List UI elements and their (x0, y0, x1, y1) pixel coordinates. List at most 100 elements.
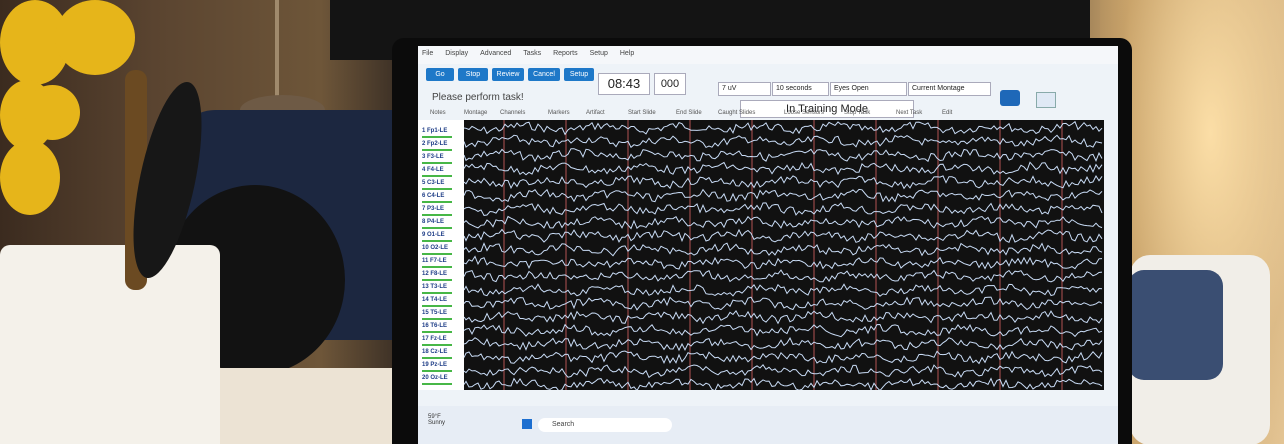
channel-label: 11 F7-LE (422, 258, 447, 264)
eeg-trace (464, 310, 1103, 325)
channel-label: 7 P3-LE (422, 206, 445, 212)
channel-label: 5 C3-LE (422, 180, 445, 186)
channel-quality-bar (422, 344, 452, 346)
tab-channels[interactable]: Channels (500, 110, 525, 116)
eeg-trace (464, 148, 1103, 163)
tab-stop-task[interactable]: Stop Task (844, 110, 870, 116)
cancel-button[interactable]: Cancel (528, 68, 560, 81)
tab-montage[interactable]: Montage (464, 110, 487, 116)
channel-label: 6 C4-LE (422, 193, 445, 199)
eeg-trace (464, 215, 1103, 230)
taskbar-search[interactable]: Search (538, 418, 672, 432)
channel-quality-bar (422, 266, 452, 268)
channel-label: 10 O2-LE (422, 245, 449, 251)
tab-artifact[interactable]: Artifact (586, 110, 605, 116)
menu-display[interactable]: Display (445, 50, 468, 57)
channel-quality-bar (422, 331, 452, 333)
channel-label: 17 Fz-LE (422, 336, 447, 342)
menu-file[interactable]: File (422, 50, 433, 57)
menu-advanced[interactable]: Advanced (480, 50, 511, 57)
task-prompt: Please perform task! (432, 92, 524, 103)
eeg-trace (464, 377, 1103, 390)
eeg-trace (464, 363, 1103, 379)
monitor-screen: File Display Advanced Tasks Reports Setu… (418, 46, 1118, 444)
scale-select[interactable]: 7 uV (718, 82, 771, 96)
flower (25, 85, 80, 140)
eeg-trace (464, 242, 1103, 257)
channel-quality-bar (422, 136, 452, 138)
duration-select[interactable]: 10 seconds (772, 82, 829, 96)
weather-state: Sunny (428, 420, 446, 426)
channel-quality-bar (422, 383, 452, 385)
menu-tasks[interactable]: Tasks (523, 50, 541, 57)
setup-button[interactable]: Setup (564, 68, 594, 81)
flower (55, 0, 135, 75)
eeg-trace (464, 134, 1103, 149)
tab-start-slide[interactable]: Start Slide (628, 110, 656, 116)
channel-label: 2 Fp2-LE (422, 141, 448, 147)
channel-label: 4 F4-LE (422, 167, 444, 173)
channel-label: 18 Cz-LE (422, 349, 448, 355)
eeg-trace (464, 296, 1103, 311)
channel-label: 13 T3-LE (422, 284, 448, 290)
channel-quality-bar (422, 162, 452, 164)
channel-quality-bar (422, 175, 452, 177)
menu-setup[interactable]: Setup (590, 50, 608, 57)
eeg-trace (464, 255, 1103, 270)
channel-list: 1 Fp1-LE 2 Fp2-LE 3 F3-LE 4 F4-LE 5 C3-LE 6 C… (418, 120, 464, 390)
go-button[interactable]: Go (426, 68, 454, 81)
montage-select[interactable]: Current Montage (908, 82, 991, 96)
weather-widget[interactable]: 59°F Sunny (428, 414, 445, 426)
tab-end-slide[interactable]: End Slide (676, 110, 702, 116)
eeg-trace (464, 283, 1103, 297)
display-icon[interactable] (1036, 92, 1056, 108)
eeg-trace (464, 188, 1103, 203)
channel-quality-bar (422, 227, 452, 229)
menu-reports[interactable]: Reports (553, 50, 578, 57)
channel-label: 3 F3-LE (422, 154, 444, 160)
condition-select[interactable]: Eyes Open (830, 82, 907, 96)
eeg-trace-panel (464, 120, 1104, 390)
stop-button[interactable]: Stop (458, 68, 488, 81)
channel-quality-bar (422, 240, 452, 242)
channel-quality-bar (422, 188, 452, 190)
channel-label: 8 P4-LE (422, 219, 445, 225)
channel-quality-bar (422, 253, 452, 255)
background-photo: File Display Advanced Tasks Reports Setu… (0, 0, 1284, 444)
tab-markers[interactable]: Markers (548, 110, 570, 116)
channel-label: 19 Pz-LE (422, 362, 448, 368)
timer-display: 08:43 (598, 73, 650, 95)
channel-quality-bar (422, 214, 452, 216)
windows-start-icon[interactable] (522, 419, 532, 429)
channel-quality-bar (422, 305, 452, 307)
channel-label: 1 Fp1-LE (422, 128, 448, 134)
tab-caught-slides[interactable]: Caught Slides (718, 110, 755, 116)
eeg-trace (464, 350, 1103, 365)
menu-bar: File Display Advanced Tasks Reports Setu… (418, 46, 1118, 64)
tab-loose-sensors[interactable]: Loose Sensors (784, 110, 824, 116)
menu-help[interactable]: Help (620, 50, 634, 57)
eeg-trace (464, 161, 1103, 176)
channel-label: 20 Oz-LE (422, 375, 448, 381)
device-icon[interactable] (1000, 90, 1020, 106)
channel-quality-bar (422, 357, 452, 359)
tab-next-task[interactable]: Next Task (896, 110, 922, 116)
taskbar: 59°F Sunny Search (418, 406, 1118, 444)
channel-quality-bar (422, 149, 452, 151)
lamp-pole (275, 0, 279, 110)
counter-display: 000 (654, 73, 686, 95)
review-button[interactable]: Review (492, 68, 524, 81)
tab-edit[interactable]: Edit (942, 110, 952, 116)
channel-label: 16 T6-LE (422, 323, 448, 329)
eeg-trace (464, 269, 1103, 283)
channel-quality-bar (422, 318, 452, 320)
channel-quality-bar (422, 201, 452, 203)
channel-label: 12 F8-LE (422, 271, 448, 277)
eeg-trace (464, 202, 1103, 216)
channel-label: 14 T4-LE (422, 297, 448, 303)
channel-label: 15 T5-LE (422, 310, 448, 316)
eeg-trace (464, 323, 1103, 338)
eeg-trace (464, 337, 1103, 352)
tab-notes[interactable]: Notes (430, 110, 446, 116)
blue-pillow (1128, 270, 1223, 380)
